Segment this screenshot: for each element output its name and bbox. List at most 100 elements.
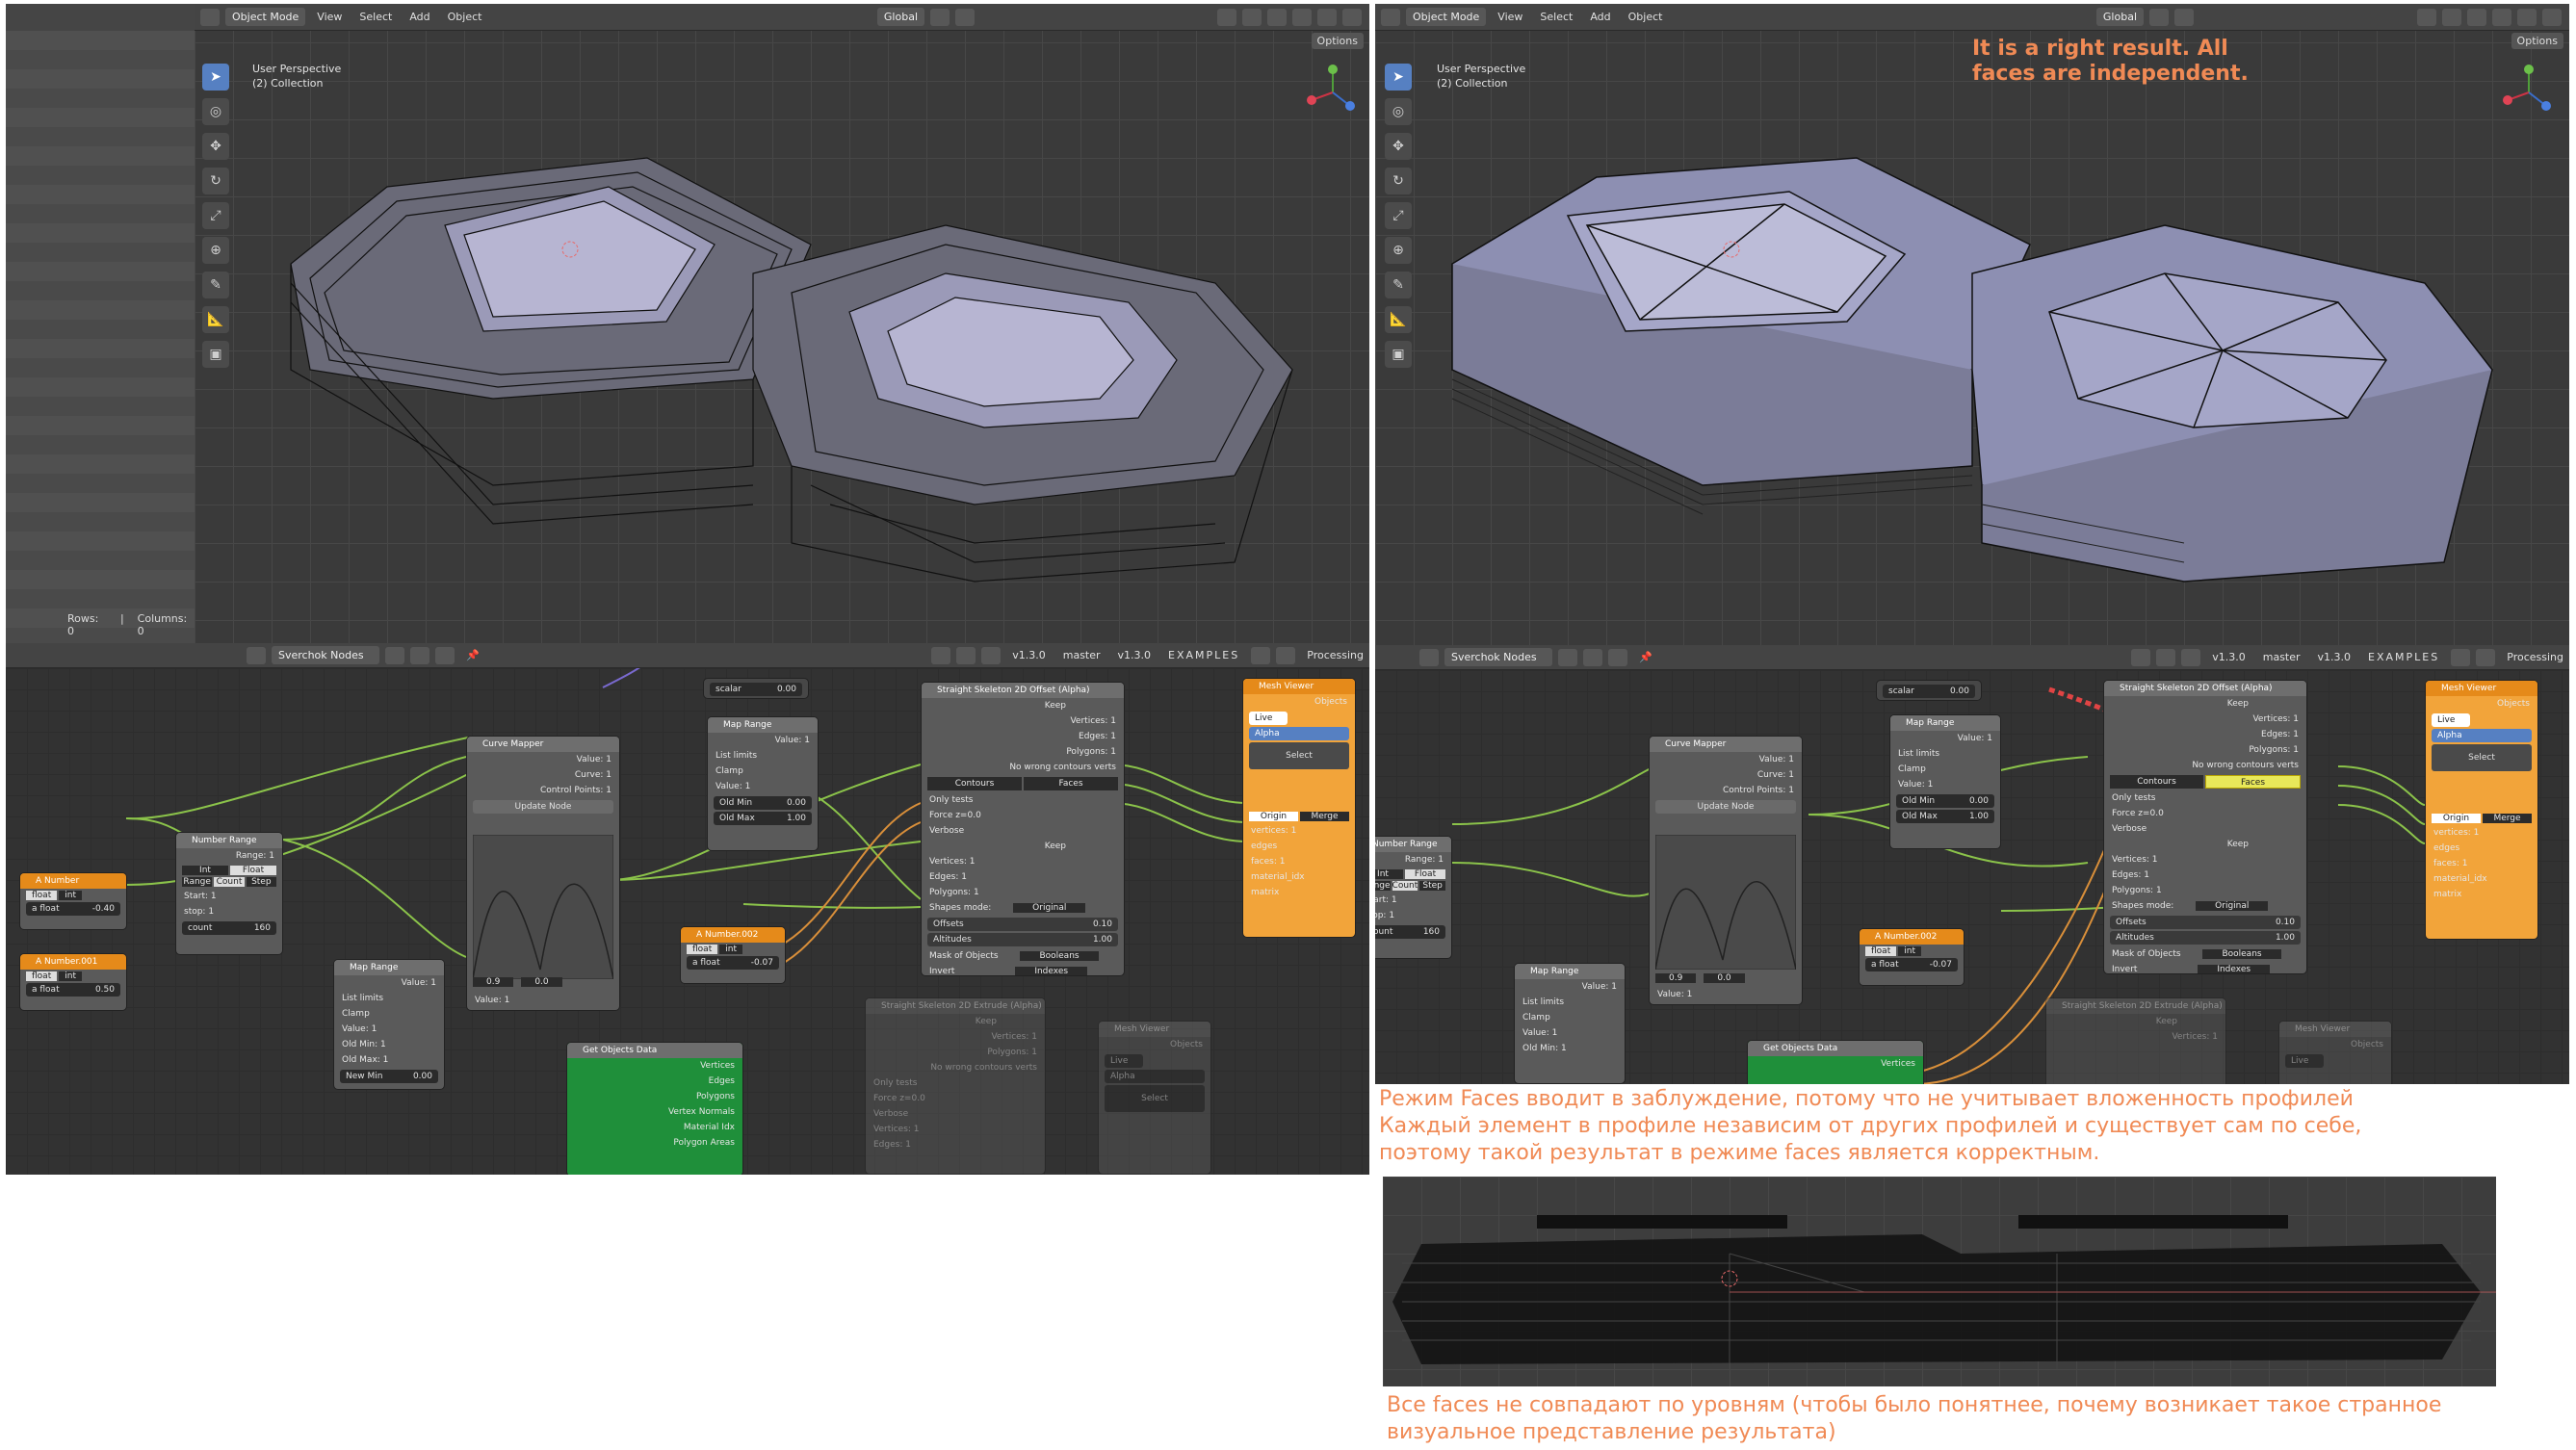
node-tree-name[interactable]: Sverchok Nodes — [1444, 648, 1552, 666]
old-min-field[interactable]: Old Min 0.00 — [714, 796, 812, 810]
skeleton-extrude-only-tests[interactable]: Only tests — [866, 1075, 1045, 1091]
skeleton-offset-vertices[interactable]: Vertices: 1 — [2104, 712, 2306, 727]
skeleton-extrude-vertices[interactable]: Vertices: 1 — [2046, 1029, 2225, 1045]
get-objects-polygons[interactable]: Polygons — [567, 1089, 742, 1104]
get-objects-polygon-areas[interactable]: Polygon Areas — [567, 1135, 742, 1151]
right-3d-viewport[interactable]: Object Mode View Select Add Object Globa… — [1375, 4, 2569, 645]
input-vertices[interactable]: Vertices: 1 — [2104, 852, 2306, 867]
node-snap-icon[interactable] — [2156, 648, 2176, 666]
number-range-range[interactable]: Range: 1 — [176, 848, 282, 864]
int-tab[interactable]: Int — [1375, 869, 1403, 879]
invert-row[interactable]: Invert Indexes — [2104, 962, 2306, 973]
count-field[interactable]: count 160 — [1375, 925, 1445, 939]
mesh-viewer-2-objects[interactable]: Objects — [2279, 1037, 2391, 1052]
map-range-list-limits[interactable]: List limits — [1890, 746, 2000, 762]
skeleton-extrude-vertices[interactable]: Vertices: 1 — [866, 1029, 1045, 1045]
shading-material-icon[interactable] — [1317, 8, 1337, 26]
step-tab[interactable]: Step — [246, 877, 276, 887]
only-tests-checkbox[interactable]: Only tests — [2104, 790, 2306, 806]
shading-solid-icon[interactable] — [2492, 8, 2511, 26]
faces-tab-highlighted[interactable]: Faces — [2205, 775, 2301, 789]
scalar-field[interactable]: scalar 0.00 — [710, 683, 802, 696]
right-node-canvas[interactable]: scalar 0.00 Map Range Value: 1 List limi… — [1375, 670, 2569, 1084]
measure-tool-icon[interactable]: 📐 — [202, 306, 229, 333]
options-button[interactable]: Options — [1311, 33, 1364, 49]
input-edges[interactable]: Edges: 1 — [2104, 867, 2306, 883]
visibility-icon[interactable] — [1217, 8, 1236, 26]
shapes-mode-value[interactable]: Original — [1013, 903, 1086, 913]
contours-tab[interactable]: Contours — [2110, 775, 2203, 789]
add-cube-tool-icon[interactable]: ▣ — [202, 341, 229, 368]
add-cube-tool-icon[interactable]: ▣ — [1385, 341, 1412, 368]
skeleton-extrude-verbose[interactable]: Verbose — [866, 1106, 1045, 1122]
scalar-field[interactable]: scalar 0.00 — [1883, 685, 1975, 698]
scale-tool-icon[interactable]: ⤢ — [1385, 202, 1412, 229]
get-objects-edges[interactable]: Edges — [567, 1074, 742, 1089]
skeleton-extrude-in-vertices[interactable]: Vertices: 1 — [866, 1122, 1045, 1137]
merge-button[interactable]: Merge — [2483, 814, 2532, 823]
map-range-2-old-min[interactable]: Old Min: 1 — [1515, 1041, 1625, 1056]
map-range-value-in[interactable]: Value: 1 — [1890, 777, 2000, 792]
map-range-list-limits[interactable]: List limits — [708, 748, 818, 764]
a-number-field[interactable]: a float -0.40 — [26, 902, 120, 916]
editor-type-icon[interactable] — [1381, 8, 1400, 26]
menu-object[interactable]: Object — [1623, 11, 1669, 23]
skeleton-extrude-keep[interactable]: Keep — [866, 1014, 1045, 1029]
skeleton-offset-polygons[interactable]: Polygons: 1 — [2104, 742, 2306, 758]
processing-toggle[interactable]: Processing — [2501, 651, 2569, 663]
input-polygons[interactable]: Polygons: 1 — [922, 885, 1124, 900]
contours-tab[interactable]: Contours — [927, 777, 1022, 790]
menu-add[interactable]: Add — [403, 11, 435, 23]
menu-view[interactable]: View — [1492, 11, 1528, 23]
mode-selector[interactable]: Object Mode — [1406, 8, 1487, 26]
map-range-2-old-min[interactable]: Old Min: 1 — [334, 1037, 444, 1052]
scalar-node[interactable]: scalar 0.00 — [1876, 680, 1982, 701]
curve-graph[interactable] — [1655, 835, 1796, 970]
keep-dropdown[interactable]: Keep — [2104, 837, 2306, 852]
map-range-value[interactable]: Value: 1 — [1890, 731, 2000, 746]
orientation-selector[interactable]: Global — [2095, 8, 2144, 26]
map-range-2-list-limits[interactable]: List limits — [334, 991, 444, 1006]
range-tab[interactable]: Range — [182, 877, 213, 887]
mesh-viewer-vertices[interactable]: vertices: 1 — [1243, 823, 1355, 839]
snap-icon[interactable] — [930, 8, 950, 26]
int-tab[interactable]: int — [1898, 946, 1921, 956]
move-tool-icon[interactable]: ✥ — [202, 133, 229, 160]
annotate-tool-icon[interactable]: ✎ — [202, 272, 229, 298]
skeleton-extrude-polygons[interactable]: Polygons: 1 — [866, 1045, 1045, 1060]
mesh-viewer-2-live[interactable]: Live — [2285, 1054, 2324, 1068]
mesh-viewer-objects[interactable]: Objects — [2426, 696, 2537, 712]
map-range-2-value-in[interactable]: Value: 1 — [1515, 1025, 1625, 1041]
node-view2-icon[interactable] — [1276, 646, 1296, 664]
node-tool-icon[interactable] — [2131, 648, 2151, 666]
menu-object[interactable]: Object — [442, 11, 488, 23]
shading-solid-icon[interactable] — [1292, 8, 1312, 26]
mode-toggle[interactable]: Contours Faces — [2110, 775, 2301, 789]
number-range-stop[interactable]: stop: 1 — [176, 904, 282, 919]
number-range-start[interactable]: Start: 1 — [176, 889, 282, 904]
skeleton-offset-no-wrong[interactable]: No wrong contours verts — [2104, 758, 2306, 773]
node-editor-type-icon[interactable] — [1419, 648, 1439, 666]
booleans-value[interactable]: Booleans — [2202, 949, 2281, 959]
cursor-tool-icon[interactable]: ◎ — [202, 98, 229, 125]
editor-type-icon[interactable] — [200, 8, 220, 26]
verbose-checkbox[interactable]: Verbose — [922, 823, 1124, 839]
node-view2-icon[interactable] — [2476, 648, 2496, 666]
skeleton-extrude-keep[interactable]: Keep — [2046, 1014, 2225, 1029]
skeleton-offset-no-wrong[interactable]: No wrong contours verts — [922, 760, 1124, 775]
alpha-field[interactable]: Alpha — [1249, 727, 1349, 740]
select-tool-icon[interactable]: ➤ — [202, 64, 229, 91]
skeleton-offset-node[interactable]: Straight Skeleton 2D Offset (Alpha) Keep… — [2103, 680, 2307, 974]
annotate-tool-icon[interactable]: ✎ — [1385, 272, 1412, 298]
map-range-2-value[interactable]: Value: 1 — [1515, 979, 1625, 995]
mode-toggle[interactable]: Contours Faces — [927, 777, 1118, 790]
live-button[interactable]: Live — [2432, 713, 2470, 727]
faces-tab[interactable]: Faces — [1024, 777, 1118, 790]
map-range-2-list-limits[interactable]: List limits — [1515, 995, 1625, 1010]
curve-y-value[interactable]: 0.0 — [521, 977, 562, 987]
map-range-clamp[interactable]: Clamp — [1890, 762, 2000, 777]
mesh-viewer-2-node[interactable]: Mesh Viewer Objects Live — [2278, 1021, 2392, 1084]
float-tab[interactable]: float — [26, 971, 58, 981]
curve-y-value[interactable]: 0.0 — [1704, 973, 1745, 983]
only-tests-checkbox[interactable]: Only tests — [922, 792, 1124, 808]
